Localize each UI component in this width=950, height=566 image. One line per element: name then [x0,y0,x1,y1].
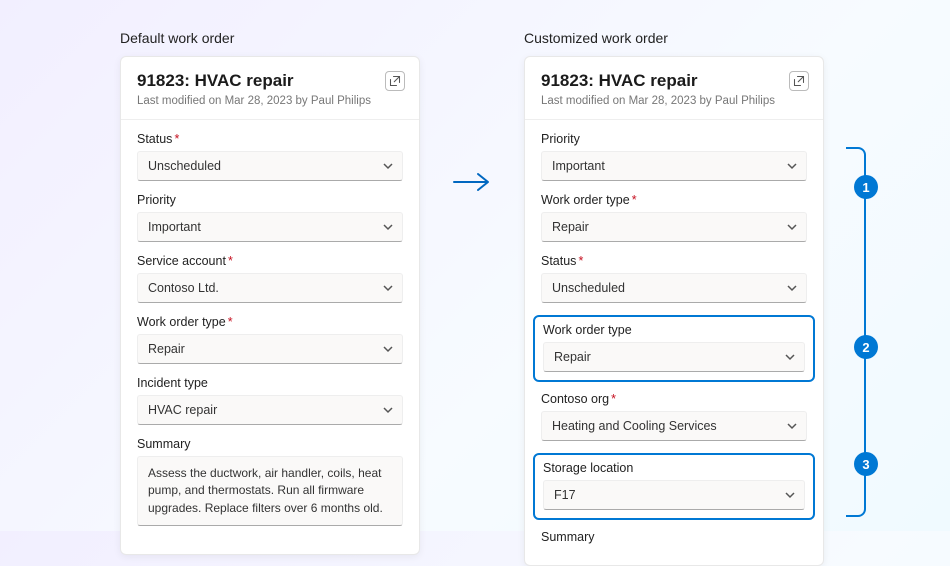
priority-field: Priority Important [541,132,807,181]
status-value: Unscheduled [148,159,221,173]
work-order-type-select[interactable]: Repair [543,342,805,372]
work-order-type-req-select[interactable]: Repair [541,212,807,242]
summary-field: Summary [541,530,807,544]
service-account-field: Service account* Contoso Ltd. [137,254,403,303]
card-title: 91823: HVAC repair [137,71,403,91]
status-select[interactable]: Unscheduled [541,273,807,303]
summary-textarea[interactable]: Assess the ductwork, air handler, coils,… [137,456,403,526]
priority-label: Priority [137,193,403,207]
transition-arrow [452,170,492,194]
chevron-down-icon [382,221,394,233]
work-order-type-req-field: Work order type* Repair [541,193,807,242]
status-field: Status* Unscheduled [541,254,807,303]
contoso-org-select[interactable]: Heating and Cooling Services [541,411,807,441]
chevron-down-icon [786,160,798,172]
work-order-type-field: Work order type* Repair [137,315,403,364]
service-account-label: Service account* [137,254,403,268]
incident-type-value: HVAC repair [148,403,217,417]
summary-label: Summary [541,530,807,544]
priority-select[interactable]: Important [137,212,403,242]
contoso-org-value: Heating and Cooling Services [552,419,717,433]
card-header: 91823: HVAC repair Last modified on Mar … [121,57,419,120]
status-value: Unscheduled [552,281,625,295]
work-order-type-value: Repair [554,350,591,364]
summary-label: Summary [137,437,403,451]
highlight-work-order-type: Work order type Repair [533,315,815,382]
arrow-right-icon [452,170,492,194]
service-account-select[interactable]: Contoso Ltd. [137,273,403,303]
callout-number-2: 2 [854,335,878,359]
chevron-down-icon [382,343,394,355]
expand-icon[interactable] [385,71,405,91]
status-label: Status* [541,254,807,268]
incident-type-label: Incident type [137,376,403,390]
priority-label: Priority [541,132,807,146]
work-order-type-field: Work order type Repair [543,323,805,372]
customized-title: Customized work order [524,30,824,46]
chevron-down-icon [784,351,796,363]
default-title: Default work order [120,30,420,46]
callout-number-3: 3 [854,452,878,476]
chevron-down-icon [786,420,798,432]
chevron-down-icon [786,282,798,294]
callout-number-1: 1 [854,175,878,199]
priority-select[interactable]: Important [541,151,807,181]
customized-card: 91823: HVAC repair Last modified on Mar … [524,56,824,566]
work-order-type-label: Work order type* [137,315,403,329]
work-order-type-req-label: Work order type* [541,193,807,207]
card-subtitle: Last modified on Mar 28, 2023 by Paul Ph… [137,95,403,107]
default-card: 91823: HVAC repair Last modified on Mar … [120,56,420,555]
priority-value: Important [148,220,201,234]
contoso-org-label: Contoso org* [541,392,807,406]
highlight-storage-location: Storage location F17 [533,453,815,520]
storage-location-field: Storage location F17 [543,461,805,510]
contoso-org-field: Contoso org* Heating and Cooling Service… [541,392,807,441]
work-order-type-label: Work order type [543,323,805,337]
chevron-down-icon [382,404,394,416]
incident-type-field: Incident type HVAC repair [137,376,403,425]
card-header: 91823: HVAC repair Last modified on Mar … [525,57,823,120]
status-select[interactable]: Unscheduled [137,151,403,181]
chevron-down-icon [784,489,796,501]
priority-field: Priority Important [137,193,403,242]
service-account-value: Contoso Ltd. [148,281,219,295]
customized-work-order-column: Customized work order 91823: HVAC repair… [524,30,824,566]
summary-field: Summary Assess the ductwork, air handler… [137,437,403,526]
card-subtitle: Last modified on Mar 28, 2023 by Paul Ph… [541,95,807,107]
work-order-type-req-value: Repair [552,220,589,234]
chevron-down-icon [786,221,798,233]
storage-location-value: F17 [554,488,576,502]
storage-location-select[interactable]: F17 [543,480,805,510]
default-work-order-column: Default work order 91823: HVAC repair La… [120,30,420,555]
status-label: Status* [137,132,403,146]
status-field: Status* Unscheduled [137,132,403,181]
card-title: 91823: HVAC repair [541,71,807,91]
work-order-type-select[interactable]: Repair [137,334,403,364]
chevron-down-icon [382,282,394,294]
storage-location-label: Storage location [543,461,805,475]
chevron-down-icon [382,160,394,172]
expand-icon[interactable] [789,71,809,91]
priority-value: Important [552,159,605,173]
work-order-type-value: Repair [148,342,185,356]
incident-type-select[interactable]: HVAC repair [137,395,403,425]
